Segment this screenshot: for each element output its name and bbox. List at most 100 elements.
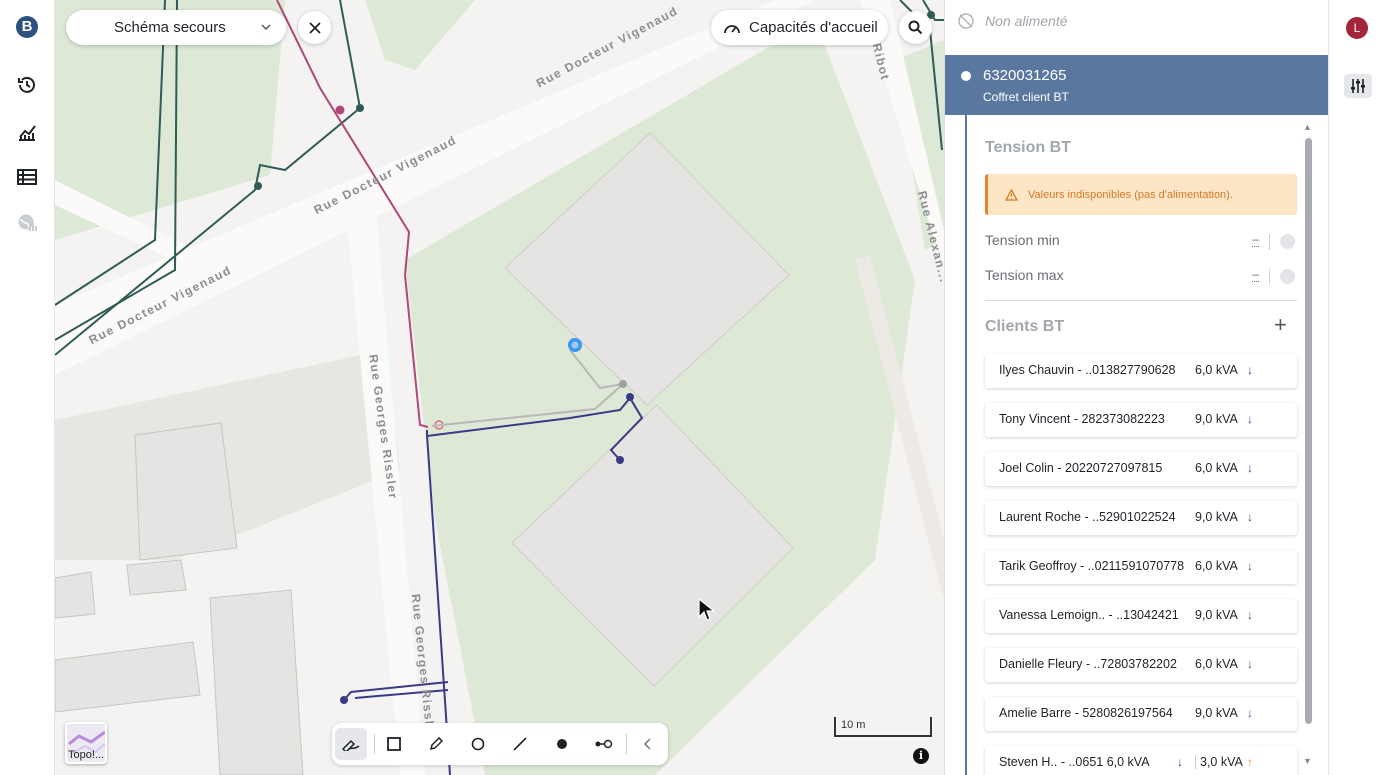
panel-scrollbar[interactable]: ▲ ▼ xyxy=(1303,122,1313,770)
scroll-up-icon[interactable]: ▲ xyxy=(1303,122,1312,132)
client-name: Vanessa Lemoign.. - ..13042421 xyxy=(999,608,1179,622)
tool-point[interactable] xyxy=(546,728,578,760)
circle-icon xyxy=(471,737,485,751)
pencil-icon xyxy=(429,737,443,751)
app-logo[interactable]: B xyxy=(16,16,38,38)
globe-chart-icon xyxy=(18,214,37,231)
value-divider xyxy=(1269,234,1270,250)
client-row[interactable]: Joel Colin - 20220727097815 6,0 kVA ↓ xyxy=(985,452,1297,486)
client-row[interactable]: Vanessa Lemoign.. - ..13042421 9,0 kVA ↓ xyxy=(985,599,1297,633)
map-scale: 10 m xyxy=(834,717,932,737)
warning-text: Valeurs indisponibles (pas d'alimentatio… xyxy=(1028,188,1233,201)
client-name: Ilyes Chauvin - ..013827790628 xyxy=(999,363,1176,377)
tension-max-row: Tension max – xyxy=(985,267,1297,289)
client-name: Tarik Geoffroy - ..0211591070778 xyxy=(999,559,1185,573)
mouse-cursor-icon xyxy=(698,598,714,621)
client-row[interactable]: Tony Vincent - 282373082223 9,0 kVA ↓ xyxy=(985,403,1297,437)
schema-select-label: Schéma secours xyxy=(114,19,226,36)
consumption-arrow-icon: ↓ xyxy=(1247,510,1253,524)
client-name: Tony Vincent - 282373082223 xyxy=(999,412,1165,426)
section-divider xyxy=(985,300,1297,301)
not-powered-status: Non alimenté xyxy=(957,12,1068,30)
warning-icon xyxy=(1005,188,1018,201)
consumption-arrow-icon: ↓ xyxy=(1247,706,1253,720)
table-icon xyxy=(17,169,37,185)
client-power: 9,0 kVA xyxy=(1195,412,1238,426)
schema-select[interactable]: Schéma secours xyxy=(66,10,286,45)
tool-connector[interactable] xyxy=(588,728,620,760)
table-button[interactable] xyxy=(14,164,40,190)
warning-banner: Valeurs indisponibles (pas d'alimentatio… xyxy=(985,174,1297,215)
tension-section-title: Tension BT xyxy=(985,139,1071,156)
toolbar-divider xyxy=(374,734,375,754)
history-button[interactable] xyxy=(14,72,40,98)
map-canvas[interactable]: Rue Docteur Vigenaud Rue Docteur Vigenau… xyxy=(55,0,944,775)
client-row[interactable]: Amelie Barre - 5280826197564 9,0 kVA ↓ xyxy=(985,697,1297,731)
injection-arrow-icon: ↑ xyxy=(1247,755,1253,769)
client-power: 6,0 kVA xyxy=(1195,657,1238,671)
basemap-switcher[interactable]: Topo!... xyxy=(65,722,107,764)
left-navigation: B xyxy=(0,0,55,775)
chart-icon xyxy=(19,125,36,141)
capacity-button-label: Capacités d'accueil xyxy=(749,19,878,36)
client-power: 9,0 kVA xyxy=(1195,706,1238,720)
sliders-icon xyxy=(1351,79,1365,93)
scrollbar-thumb[interactable] xyxy=(1305,138,1312,724)
client-power: 6,0 kVA xyxy=(1195,461,1238,475)
client-row[interactable]: Steven H.. - ..0651 6,0 kVA ↓ 3,0 kVA ↑ xyxy=(985,746,1297,775)
consumption-arrow-icon: ↓ xyxy=(1247,657,1253,671)
client-name: Steven H.. - ..0651 6,0 kVA xyxy=(999,755,1150,769)
connector-icon xyxy=(595,739,613,749)
client-name: Laurent Roche - ..52901022524 xyxy=(999,510,1176,524)
gauge-icon xyxy=(724,24,740,33)
add-client-button[interactable]: + xyxy=(1274,314,1287,336)
status-dot xyxy=(961,71,971,81)
consumption-arrow-icon: ↓ xyxy=(1247,559,1253,573)
map-search-button[interactable] xyxy=(899,11,932,44)
selected-item-header[interactable]: 6320031265 Coffret client BT xyxy=(945,55,1328,115)
client-row[interactable]: Laurent Roche - ..52901022524 9,0 kVA ↓ xyxy=(985,501,1297,535)
tension-min-label: Tension min xyxy=(985,232,1060,248)
not-powered-label: Non alimenté xyxy=(985,13,1068,29)
analytics-button[interactable] xyxy=(14,119,40,145)
tool-line[interactable] xyxy=(504,728,536,760)
toolbar-collapse-button[interactable] xyxy=(632,728,664,760)
clear-schema-button[interactable] xyxy=(298,11,331,44)
line-icon xyxy=(513,737,527,751)
capacity-button[interactable]: Capacités d'accueil xyxy=(711,10,888,45)
client-power: 6,0 kVA xyxy=(1195,363,1238,377)
tool-freehand[interactable] xyxy=(335,728,367,760)
rectangle-icon xyxy=(387,737,401,751)
selected-item-type: Coffret client BT xyxy=(983,90,1069,104)
tool-rectangle[interactable] xyxy=(378,728,410,760)
client-power: 9,0 kVA xyxy=(1195,510,1238,524)
client-name: Amelie Barre - 5280826197564 xyxy=(999,706,1173,720)
basemap-label: Topo!... xyxy=(68,749,105,761)
selected-item-id: 6320031265 xyxy=(983,67,1067,84)
tension-max-value: – xyxy=(1252,267,1259,282)
settings-button[interactable] xyxy=(1344,74,1372,98)
history-icon xyxy=(18,76,35,93)
status-indicator xyxy=(1280,269,1295,284)
tool-circle[interactable] xyxy=(462,728,494,760)
map-base-layer xyxy=(55,0,944,775)
consumption-arrow-icon: ↓ xyxy=(1247,608,1253,622)
client-power: 6,0 kVA xyxy=(1195,559,1238,573)
globe-analytics-button[interactable] xyxy=(14,210,40,236)
client-row[interactable]: Tarik Geoffroy - ..0211591070778 6,0 kVA… xyxy=(985,550,1297,584)
client-row[interactable]: Ilyes Chauvin - ..013827790628 6,0 kVA ↓ xyxy=(985,354,1297,388)
app-root: B Rue Docteur Vigenaud Rue Docteur Vigen… xyxy=(0,0,1384,775)
avatar[interactable]: L xyxy=(1346,17,1368,39)
collapse-chevron-icon xyxy=(643,738,651,750)
consumption-arrow-icon: ↓ xyxy=(1177,755,1183,769)
toolbar-divider xyxy=(626,734,627,754)
status-indicator xyxy=(1280,234,1295,249)
client-power: 3,0 kVA xyxy=(1195,755,1243,769)
chevron-down-icon xyxy=(261,24,271,31)
client-row[interactable]: Danielle Fleury - ..72803782202 6,0 kVA … xyxy=(985,648,1297,682)
scroll-down-icon[interactable]: ▼ xyxy=(1303,756,1312,766)
tension-min-value: – xyxy=(1252,232,1259,247)
client-name: Danielle Fleury - ..72803782202 xyxy=(999,657,1177,671)
tool-pencil[interactable] xyxy=(420,728,452,760)
map-info-button[interactable]: i xyxy=(913,748,929,764)
